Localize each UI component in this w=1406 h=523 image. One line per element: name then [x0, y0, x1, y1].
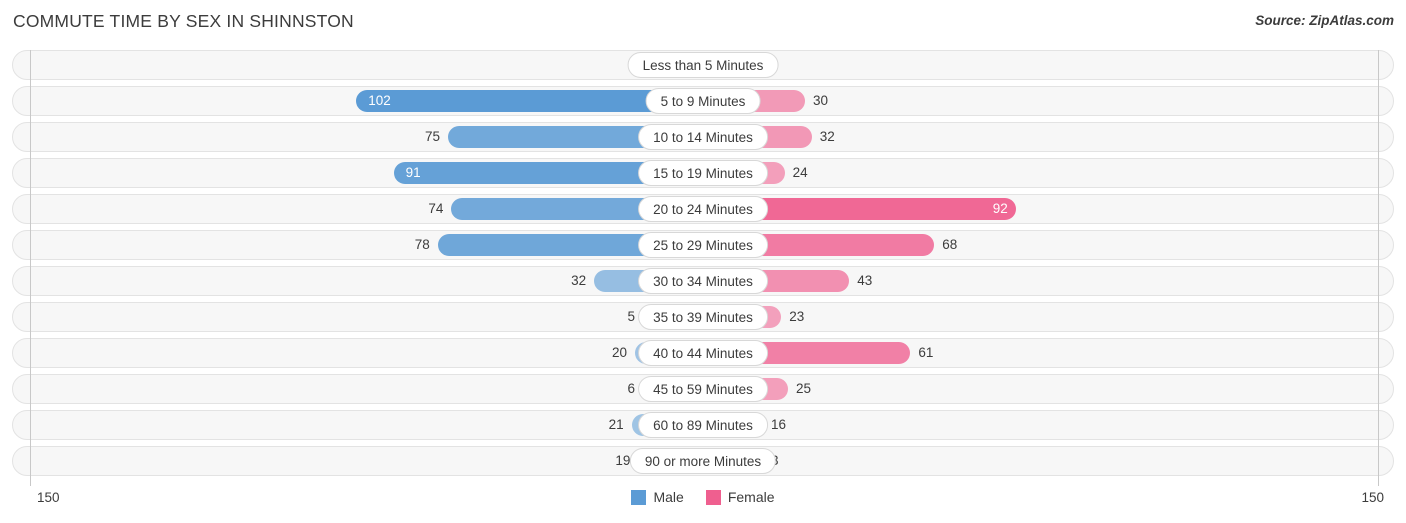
bar-value-female: 30 — [813, 93, 829, 108]
bar-value-male: 74 — [428, 201, 444, 216]
axis-line-right — [1378, 50, 1379, 486]
bar-value-female: 24 — [792, 165, 808, 180]
category-label-pill: 10 to 14 Minutes — [638, 124, 768, 150]
bar-value-male: 91 — [405, 165, 421, 180]
bar-row[interactable]: 20 61 40 to 44 Minutes — [0, 338, 1406, 368]
bar-value-female: 92 — [992, 201, 1008, 216]
bar-value-female: 23 — [789, 309, 805, 324]
bar-value-male: 75 — [424, 129, 440, 144]
category-label-pill: Less than 5 Minutes — [627, 52, 779, 78]
bar-row[interactable]: 19390 or more Minutes — [0, 446, 1406, 476]
chart-header: COMMUTE TIME BY SEX IN SHINNSTON Source:… — [0, 0, 1406, 45]
bar-value-male: 5 — [627, 309, 635, 324]
category-label-pill: 30 to 34 Minutes — [638, 268, 768, 294]
bar-rows-container: 80Less than 5 Minutes 102 30 5 to 9 Minutes… — [0, 50, 1406, 482]
bar-value-female: 32 — [819, 129, 835, 144]
bar-value-male: 20 — [611, 345, 627, 360]
bar-value-male: 32 — [571, 273, 587, 288]
category-label-pill: 15 to 19 Minutes — [638, 160, 768, 186]
bar-value-female: 68 — [942, 237, 958, 252]
bar-row[interactable]: 80Less than 5 Minutes — [0, 50, 1406, 80]
category-label-pill: 25 to 29 Minutes — [638, 232, 768, 258]
category-label-pill: 60 to 89 Minutes — [638, 412, 768, 438]
bar-row[interactable]: 32 43 30 to 34 Minutes — [0, 266, 1406, 296]
bar-value-male: 6 — [627, 381, 635, 396]
source-attribution: Source: ZipAtlas.com — [1255, 13, 1394, 28]
bar-row[interactable]: 102 30 5 to 9 Minutes — [0, 86, 1406, 116]
chart-plot-area: 80Less than 5 Minutes 102 30 5 to 9 Minutes… — [0, 50, 1406, 486]
legend-swatch-male-icon — [631, 489, 647, 505]
bar-row[interactable]: 74 92 20 to 24 Minutes — [0, 194, 1406, 224]
bar-row[interactable]: 75 32 10 to 14 Minutes — [0, 122, 1406, 152]
bar-value-female: 61 — [918, 345, 934, 360]
bar-value-male: 19 — [615, 453, 631, 468]
category-label-pill: 35 to 39 Minutes — [638, 304, 768, 330]
chart-legend: Male Female — [0, 489, 1406, 505]
legend-swatch-female-icon — [705, 489, 721, 505]
bar-row[interactable]: 5 23 35 to 39 Minutes — [0, 302, 1406, 332]
category-label-pill: 40 to 44 Minutes — [638, 340, 768, 366]
legend-label-male: Male — [653, 489, 684, 505]
category-label-pill: 20 to 24 Minutes — [638, 196, 768, 222]
category-label-pill: 5 to 9 Minutes — [645, 88, 761, 114]
axis-line-left — [30, 50, 31, 486]
bar-row[interactable]: 91 24 15 to 19 Minutes — [0, 158, 1406, 188]
bar-value-female: 43 — [857, 273, 873, 288]
bar-value-female: 25 — [796, 381, 812, 396]
legend-label-female: Female — [727, 489, 775, 505]
bar-value-female: 16 — [771, 417, 787, 432]
bar-row[interactable]: 21 16 60 to 89 Minutes — [0, 410, 1406, 440]
bar-value-male: 21 — [608, 417, 624, 432]
bar-row[interactable]: 6 25 45 to 59 Minutes — [0, 374, 1406, 404]
legend-item-male[interactable]: Male — [631, 489, 684, 505]
chart-footer: 150 150 Male Female — [0, 486, 1406, 523]
category-label-pill: 45 to 59 Minutes — [638, 376, 768, 402]
legend-item-female[interactable]: Female — [705, 489, 775, 505]
page-title: COMMUTE TIME BY SEX IN SHINNSTON — [13, 11, 354, 31]
bar-value-male: 78 — [414, 237, 430, 252]
bar-row[interactable]: 78 68 25 to 29 Minutes — [0, 230, 1406, 260]
bar-value-male: 102 — [368, 93, 391, 108]
category-label-pill: 90 or more Minutes — [629, 448, 777, 474]
